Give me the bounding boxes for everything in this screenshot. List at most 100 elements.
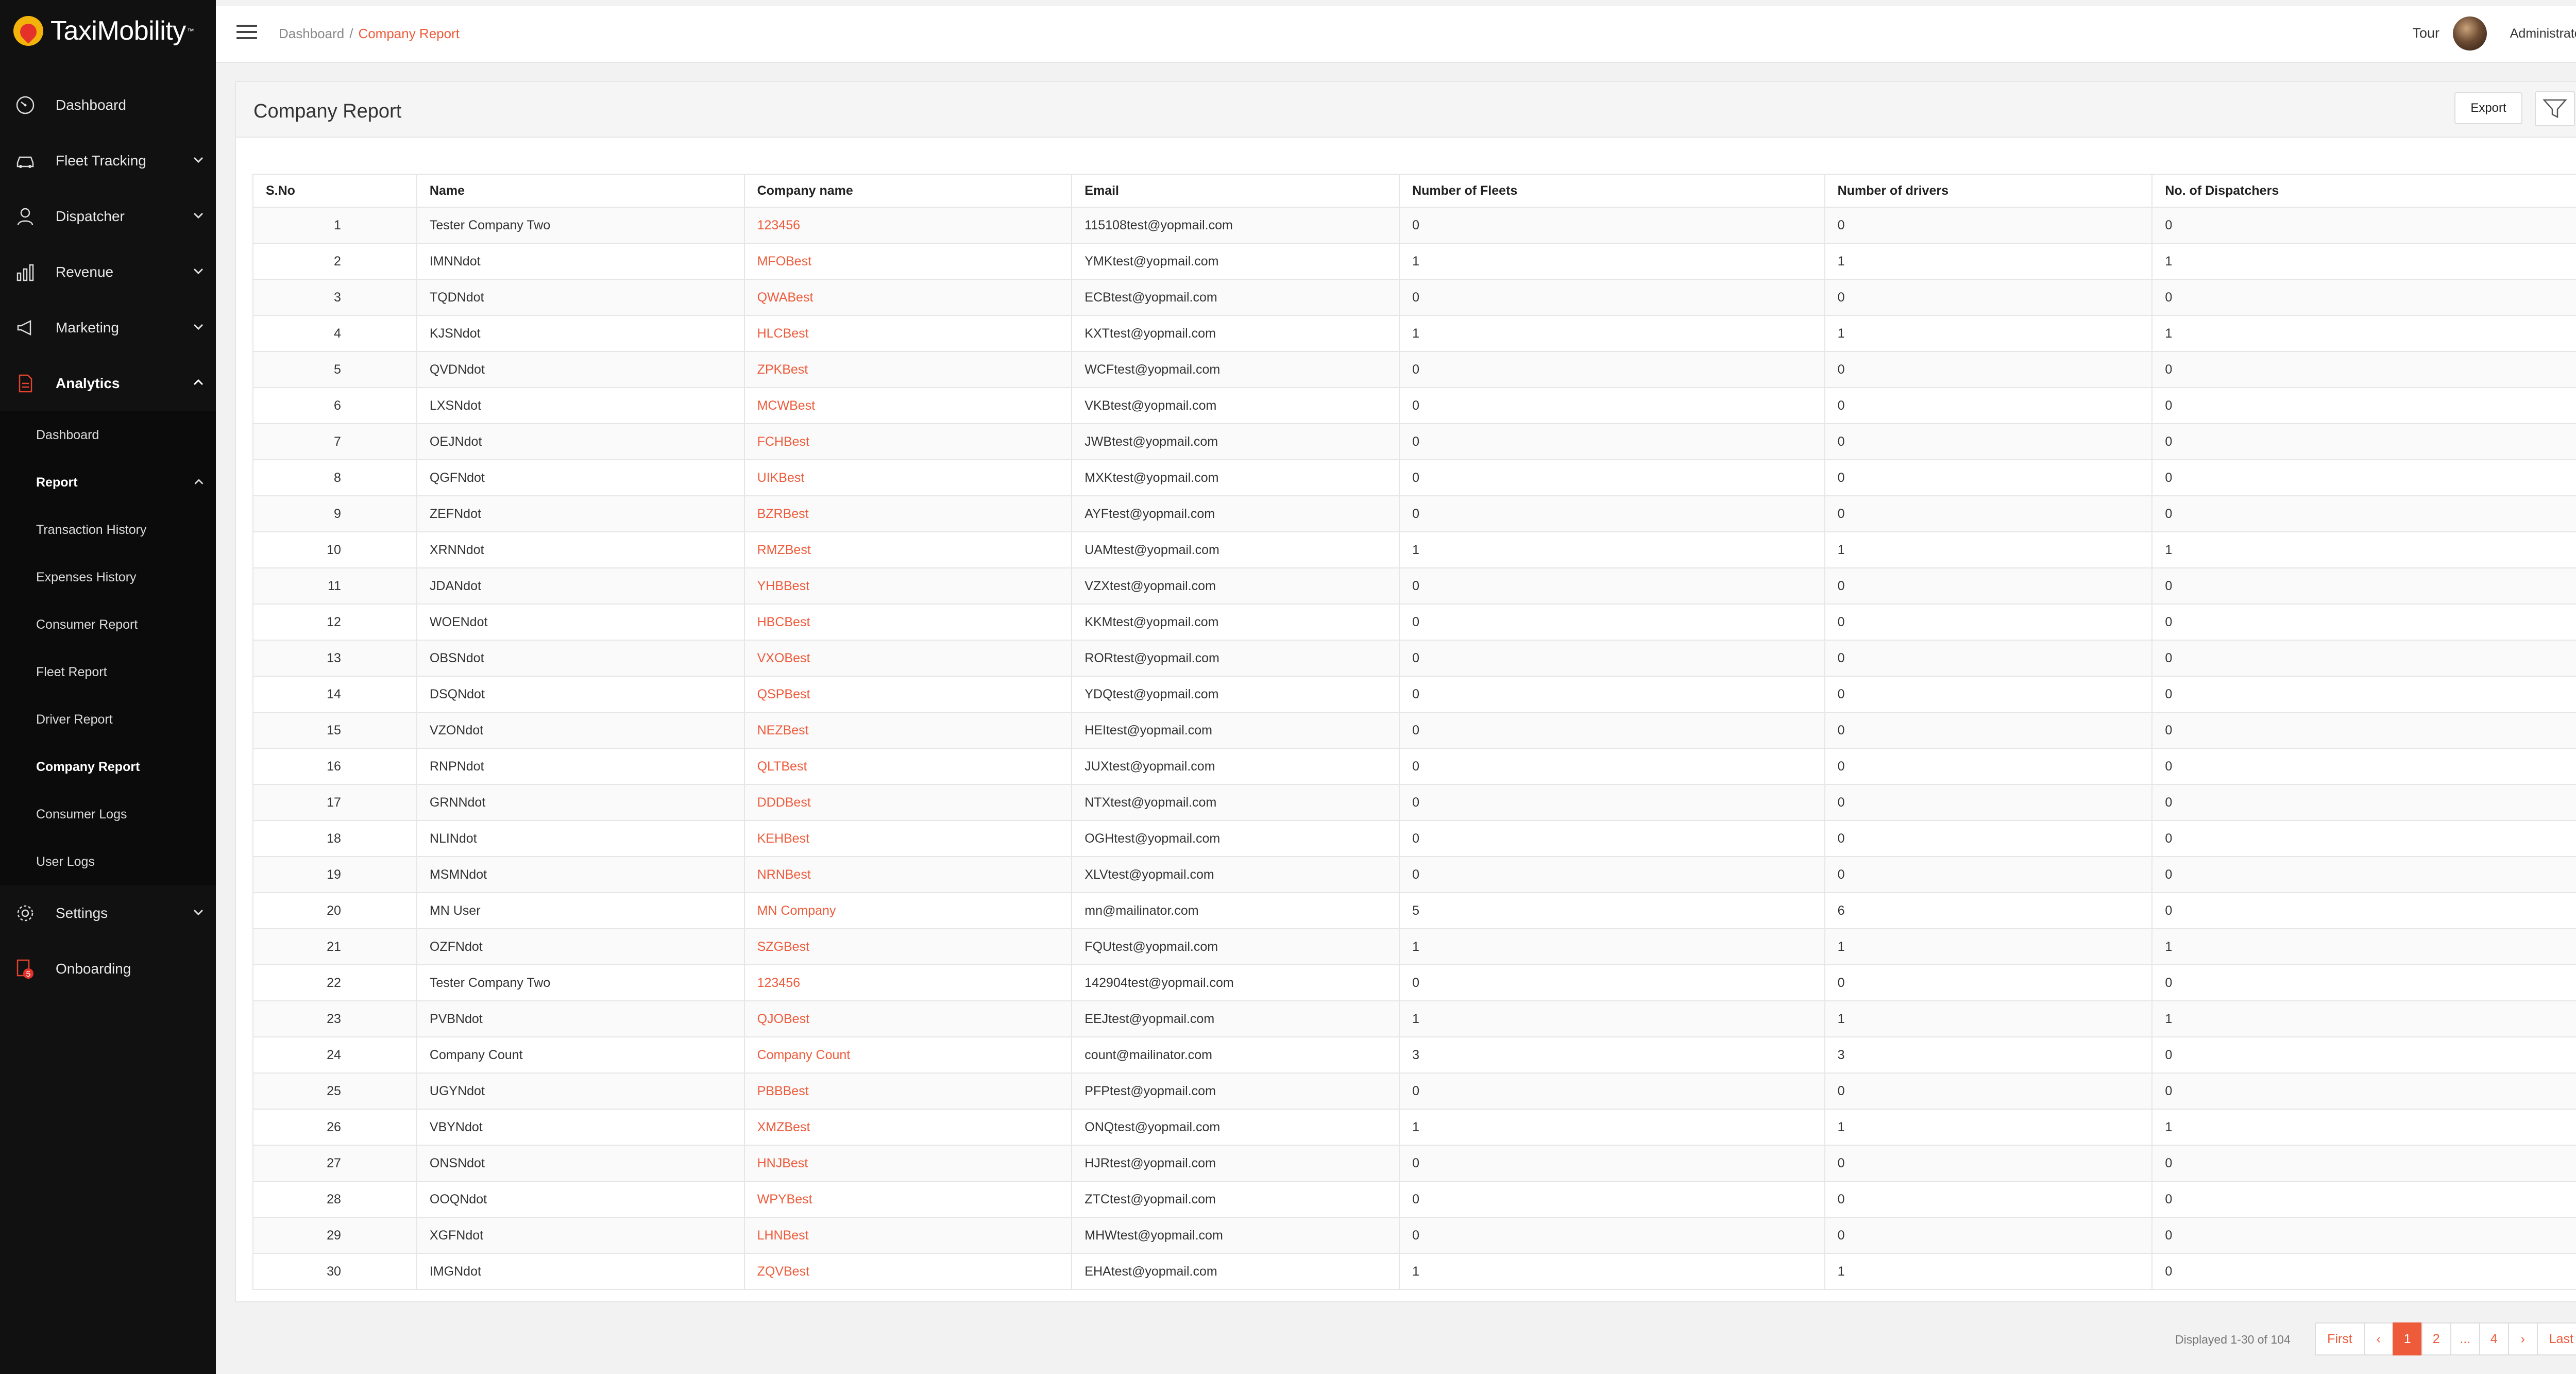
company-name-link[interactable]: ZQVBest — [743, 1253, 1073, 1290]
company-name-link[interactable]: 123456 — [743, 207, 1073, 244]
company-name-link[interactable]: QSPBest — [743, 676, 1073, 713]
company-name-link[interactable]: QLTBest — [743, 748, 1073, 785]
company-name-link[interactable]: ZPKBest — [743, 351, 1073, 388]
page-button[interactable]: 4 — [2479, 1322, 2509, 1355]
report-company-report[interactable]: Company Report — [0, 743, 216, 791]
sidebar: TaxiMobility ™ Dashboard Fleet Tracking D… — [0, 0, 216, 1374]
cell-dispatchers: 0 — [2151, 207, 2576, 244]
company-name-link[interactable]: MCWBest — [743, 387, 1073, 424]
hamburger-menu-icon[interactable] — [236, 25, 257, 41]
page-button[interactable]: › — [2507, 1322, 2538, 1355]
chevron-down-icon[interactable] — [191, 153, 206, 167]
cell-dispatchers: 0 — [2151, 640, 2576, 677]
column-header-company-name[interactable]: Company name — [743, 174, 1073, 208]
company-name-link[interactable]: Company Count — [743, 1036, 1073, 1074]
report-transaction-history[interactable]: Transaction History — [0, 506, 216, 554]
cell-sno: 7 — [252, 423, 417, 460]
sidebar-item-dispatcher[interactable]: Dispatcher — [0, 189, 216, 244]
column-header-dispatchers[interactable]: No. of Dispatchers — [2151, 174, 2576, 208]
company-name-link[interactable]: WPYBest — [743, 1181, 1073, 1218]
report-driver-report[interactable]: Driver Report — [0, 696, 216, 743]
page-button[interactable]: 1 — [2392, 1322, 2422, 1355]
column-header-sno[interactable]: S.No — [252, 174, 417, 208]
report-consumer-logs[interactable]: Consumer Logs — [0, 791, 216, 838]
sidebar-item-dashboard[interactable]: Dashboard — [0, 77, 216, 133]
cell-name: UGYNdot — [416, 1073, 745, 1110]
breadcrumb-dashboard-link[interactable]: Dashboard — [279, 26, 344, 41]
chevron-up-icon[interactable] — [192, 475, 206, 489]
chevron-down-icon[interactable] — [191, 905, 206, 919]
cell-name: PVBNdot — [416, 1000, 745, 1037]
company-name-link[interactable]: NRNBest — [743, 856, 1073, 893]
cell-sno: 25 — [252, 1073, 417, 1110]
filter-button[interactable] — [2535, 91, 2575, 126]
sub-item-label: Company Report — [36, 759, 140, 774]
sidebar-item-settings[interactable]: Settings — [0, 885, 216, 941]
company-name-link[interactable]: LHNBest — [743, 1217, 1073, 1254]
page-button[interactable]: 2 — [2421, 1322, 2451, 1355]
company-name-link[interactable]: HLCBest — [743, 315, 1073, 352]
chevron-up-icon[interactable] — [191, 375, 206, 390]
sidebar-item-marketing[interactable]: Marketing — [0, 300, 216, 356]
speedometer-icon — [14, 94, 36, 116]
export-button[interactable]: Export — [2454, 92, 2522, 124]
sub-item-label: Report — [36, 475, 78, 490]
company-name-link[interactable]: KEHBest — [743, 820, 1073, 857]
cell-fleets: 1 — [1399, 1109, 1825, 1146]
cell-fleets: 1 — [1399, 928, 1825, 965]
cell-name: Company Count — [416, 1036, 745, 1074]
sidebar-item-fleet-tracking[interactable]: Fleet Tracking — [0, 133, 216, 189]
company-name-link[interactable]: HNJBest — [743, 1145, 1073, 1182]
analytics-report-link[interactable]: Report — [0, 459, 216, 506]
report-user-logs[interactable]: User Logs — [0, 838, 216, 885]
cell-fleets: 0 — [1399, 387, 1825, 424]
column-header-email[interactable]: Email — [1071, 174, 1400, 208]
page-button[interactable]: ‹ — [2363, 1322, 2394, 1355]
analytics-dashboard-link[interactable]: Dashboard — [0, 411, 216, 459]
company-name-link[interactable]: FCHBest — [743, 423, 1073, 460]
column-header-fleets[interactable]: Number of Fleets — [1399, 174, 1825, 208]
page-button[interactable]: Last — [2536, 1322, 2576, 1355]
company-name-link[interactable]: MFOBest — [743, 243, 1073, 280]
company-name-link[interactable]: UIKBest — [743, 459, 1073, 496]
company-name-link[interactable]: PBBBest — [743, 1073, 1073, 1110]
cell-fleets: 0 — [1399, 1181, 1825, 1218]
company-name-link[interactable]: XMZBest — [743, 1109, 1073, 1146]
company-name-link[interactable]: YHBBest — [743, 567, 1073, 605]
tour-link[interactable]: Tour — [2412, 25, 2439, 41]
chevron-down-icon[interactable] — [191, 264, 206, 278]
company-name-link[interactable]: MN Company — [743, 892, 1073, 929]
column-header-drivers[interactable]: Number of drivers — [1824, 174, 2153, 208]
report-fleet-report[interactable]: Fleet Report — [0, 648, 216, 696]
company-name-link[interactable]: VXOBest — [743, 640, 1073, 677]
cell-drivers: 1 — [1824, 928, 2153, 965]
user-menu-label[interactable]: Administrator — [2510, 26, 2576, 41]
report-expenses-history[interactable]: Expenses History — [0, 554, 216, 601]
table-row: 4 KJSNdot HLCBest KXTtest@yopmail.com 1 1 1 — [252, 315, 2576, 352]
sidebar-item-analytics[interactable]: Analytics — [0, 356, 216, 411]
column-header-name[interactable]: Name — [416, 174, 745, 208]
company-name-link[interactable]: SZGBest — [743, 928, 1073, 965]
report-consumer-report[interactable]: Consumer Report — [0, 601, 216, 648]
avatar[interactable] — [2453, 16, 2487, 51]
company-name-link[interactable]: HBCBest — [743, 604, 1073, 641]
sidebar-item-onboarding[interactable]: 5 Onboarding — [0, 941, 216, 997]
company-name-link[interactable]: NEZBest — [743, 712, 1073, 749]
logo[interactable]: TaxiMobility ™ — [0, 0, 216, 62]
cell-drivers: 0 — [1824, 351, 2153, 388]
table-row: 23 PVBNdot QJOBest EEJtest@yopmail.com 1 1 1 — [252, 1000, 2576, 1037]
page-button[interactable]: First — [2315, 1322, 2365, 1355]
chevron-down-icon[interactable] — [191, 208, 206, 223]
table-row: 10 XRNNdot RMZBest UAMtest@yopmail.com 1 1 1 — [252, 531, 2576, 568]
sidebar-item-label: Dashboard — [56, 97, 126, 113]
cell-email: PFPtest@yopmail.com — [1071, 1073, 1400, 1110]
cell-drivers: 1 — [1824, 531, 2153, 568]
sidebar-item-revenue[interactable]: Revenue — [0, 244, 216, 300]
company-name-link[interactable]: 123456 — [743, 964, 1073, 1001]
company-name-link[interactable]: QWABest — [743, 279, 1073, 316]
company-name-link[interactable]: RMZBest — [743, 531, 1073, 568]
chevron-down-icon[interactable] — [191, 320, 206, 334]
company-name-link[interactable]: DDDBest — [743, 784, 1073, 821]
company-name-link[interactable]: BZRBest — [743, 495, 1073, 532]
company-name-link[interactable]: QJOBest — [743, 1000, 1073, 1037]
